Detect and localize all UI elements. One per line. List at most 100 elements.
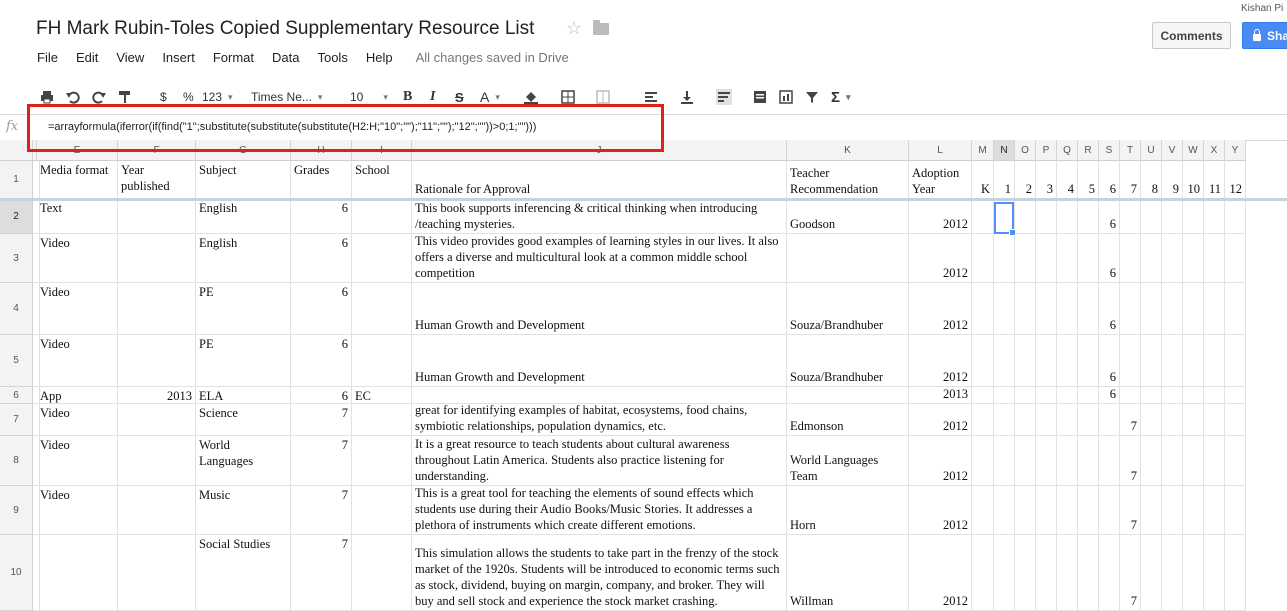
table-cell-grade[interactable]: [1078, 234, 1099, 283]
table-cell-grade[interactable]: [1204, 387, 1225, 404]
table-cell-grade[interactable]: 6: [1099, 387, 1120, 404]
table-cell-grade[interactable]: [1225, 535, 1246, 611]
table-cell-grade[interactable]: [1099, 404, 1120, 436]
table-cell-grade[interactable]: [972, 535, 994, 611]
functions-dropdown[interactable]: Σ: [831, 82, 851, 112]
column-header-l[interactable]: L: [909, 140, 972, 161]
menu-insert[interactable]: Insert: [153, 50, 204, 68]
table-cell-grades[interactable]: 6: [291, 283, 352, 335]
table-cell-rationale[interactable]: This video provides good examples of lea…: [412, 234, 787, 283]
table-cell-subject[interactable]: Science: [196, 404, 291, 436]
table-cell-grade[interactable]: [1036, 199, 1057, 234]
table-cell-subject[interactable]: English: [196, 234, 291, 283]
table-cell-grade[interactable]: [1204, 436, 1225, 486]
table-cell-grade[interactable]: [1078, 436, 1099, 486]
table-cell-grade[interactable]: [1036, 535, 1057, 611]
table-cell-rationale[interactable]: Human Growth and Development: [412, 283, 787, 335]
table-cell-grade[interactable]: [1141, 436, 1162, 486]
table-cell-teacher[interactable]: Souza/Brandhuber: [787, 335, 909, 387]
column-header-p[interactable]: P: [1036, 140, 1057, 161]
table-cell-adoption[interactable]: 2013: [909, 387, 972, 404]
table-cell-grade[interactable]: [1225, 199, 1246, 234]
table-cell-subject[interactable]: English: [196, 199, 291, 234]
table-cell-teacher[interactable]: Edmonson: [787, 404, 909, 436]
menu-view[interactable]: View: [107, 50, 153, 68]
column-header-u[interactable]: U: [1141, 140, 1162, 161]
table-cell-grade[interactable]: [1120, 283, 1141, 335]
table-cell-school[interactable]: [352, 535, 412, 611]
table-cell-grades[interactable]: 7: [291, 535, 352, 611]
header-cell[interactable]: 12: [1225, 161, 1246, 199]
table-cell-grades[interactable]: 7: [291, 486, 352, 535]
row-header-8[interactable]: 8: [0, 436, 33, 486]
table-cell-grade[interactable]: [1183, 387, 1204, 404]
menu-tools[interactable]: Tools: [308, 50, 356, 68]
table-cell-media[interactable]: Video: [37, 404, 118, 436]
table-cell-grade[interactable]: [1078, 199, 1099, 234]
table-cell-grade[interactable]: [972, 335, 994, 387]
table-cell-year[interactable]: [118, 486, 196, 535]
table-cell-grade[interactable]: [1078, 387, 1099, 404]
table-cell-school[interactable]: [352, 283, 412, 335]
table-cell-grade[interactable]: [1141, 234, 1162, 283]
table-cell-grade[interactable]: 6: [1099, 335, 1120, 387]
table-cell-grade[interactable]: [1120, 335, 1141, 387]
table-cell-grade[interactable]: [1162, 199, 1183, 234]
header-cell[interactable]: 10: [1183, 161, 1204, 199]
table-cell-grade[interactable]: [1078, 283, 1099, 335]
row-header-1[interactable]: 1: [0, 161, 33, 199]
table-cell-media[interactable]: App: [37, 387, 118, 404]
table-cell-grade[interactable]: 6: [1099, 234, 1120, 283]
table-cell-subject[interactable]: ELA: [196, 387, 291, 404]
table-cell-rationale[interactable]: [412, 387, 787, 404]
header-cell[interactable]: 5: [1078, 161, 1099, 199]
document-title[interactable]: FH Mark Rubin-Toles Copied Supplementary…: [36, 18, 534, 40]
row-header-6[interactable]: 6: [0, 387, 33, 404]
table-cell-grade[interactable]: [1225, 387, 1246, 404]
table-cell-grade[interactable]: [1015, 199, 1036, 234]
table-cell-year[interactable]: [118, 404, 196, 436]
row-header-2[interactable]: 2: [0, 199, 33, 234]
header-cell[interactable]: 3: [1036, 161, 1057, 199]
table-cell-grade[interactable]: [1183, 486, 1204, 535]
folder-icon[interactable]: [593, 20, 609, 35]
table-cell-grade[interactable]: [1183, 535, 1204, 611]
table-cell-grade[interactable]: [1225, 283, 1246, 335]
table-cell-grade[interactable]: [1015, 234, 1036, 283]
table-cell-teacher[interactable]: Horn: [787, 486, 909, 535]
column-header-v[interactable]: V: [1162, 140, 1183, 161]
table-cell-rationale[interactable]: great for identifying examples of habita…: [412, 404, 787, 436]
table-cell-grade[interactable]: [972, 486, 994, 535]
table-cell-grade[interactable]: [1036, 283, 1057, 335]
column-header-x[interactable]: X: [1204, 140, 1225, 161]
header-cell[interactable]: Adoption Year: [909, 161, 972, 199]
table-cell-adoption[interactable]: 2012: [909, 335, 972, 387]
table-cell-grade[interactable]: [1204, 283, 1225, 335]
table-cell-grade[interactable]: [1204, 234, 1225, 283]
header-cell[interactable]: School: [352, 161, 412, 199]
table-cell-grades[interactable]: 6: [291, 199, 352, 234]
header-cell[interactable]: Teacher Recommendation: [787, 161, 909, 199]
column-header-w[interactable]: W: [1183, 140, 1204, 161]
table-cell-grade[interactable]: 7: [1120, 486, 1141, 535]
table-cell-year[interactable]: [118, 335, 196, 387]
table-cell-grade[interactable]: [1057, 199, 1078, 234]
header-cell[interactable]: 1: [994, 161, 1015, 199]
table-cell-grade[interactable]: [1078, 486, 1099, 535]
table-cell-grade[interactable]: [1036, 486, 1057, 535]
table-cell-grade[interactable]: [994, 234, 1015, 283]
table-cell-grade[interactable]: [1162, 486, 1183, 535]
header-cell[interactable]: Rationale for Approval: [412, 161, 787, 199]
menu-data[interactable]: Data: [263, 50, 308, 68]
table-cell-grade[interactable]: [994, 436, 1015, 486]
header-cell[interactable]: Grades: [291, 161, 352, 199]
table-cell-grade[interactable]: [1141, 387, 1162, 404]
undo-icon[interactable]: [66, 90, 80, 104]
table-cell-grade[interactable]: [1120, 199, 1141, 234]
table-cell-grades[interactable]: 6: [291, 387, 352, 404]
table-cell-school[interactable]: [352, 199, 412, 234]
filter-icon[interactable]: [805, 90, 819, 104]
table-cell-grade[interactable]: [1162, 234, 1183, 283]
table-cell-media[interactable]: Video: [37, 283, 118, 335]
table-cell-media[interactable]: Video: [37, 436, 118, 486]
